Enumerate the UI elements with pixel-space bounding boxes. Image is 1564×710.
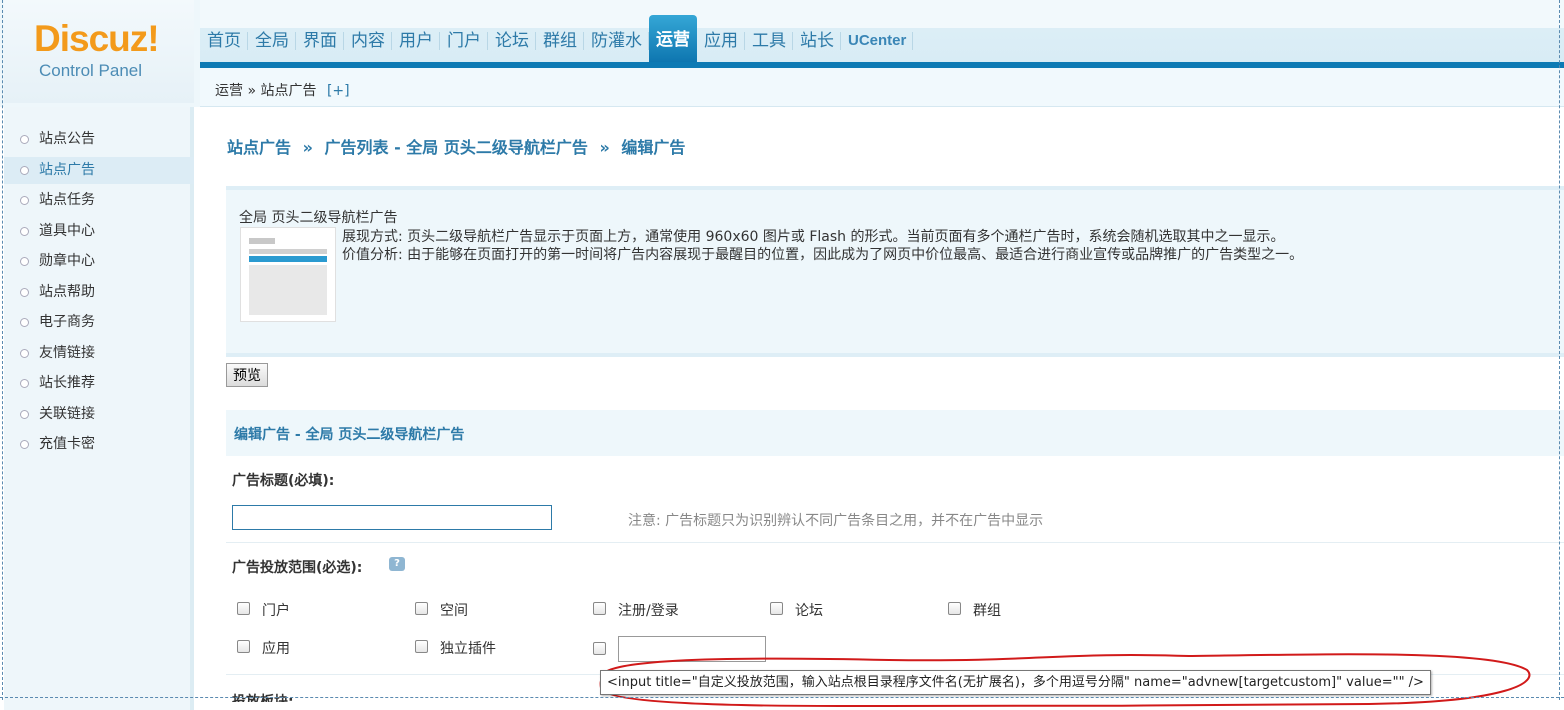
nav-tools[interactable]: 工具: [745, 18, 793, 62]
title-link-ads[interactable]: 站点广告: [227, 138, 291, 157]
nav-global[interactable]: 全局: [248, 18, 296, 62]
scope-checkbox-forum[interactable]: [770, 602, 783, 615]
sidebar-item-label: 关联链接: [39, 406, 95, 422]
question-icon[interactable]: ?: [389, 557, 405, 571]
scope-checkbox-register[interactable]: [593, 602, 606, 615]
bullet-icon: [20, 410, 29, 419]
ad-type-info: 全局 页头二级导航栏广告 展现方式: 页头二级导航栏广告显示于页面上方，通常使用…: [226, 186, 1564, 357]
breadcrumb-page: 站点广告: [260, 83, 317, 99]
header: Discuz! Control Panel 首页 全局 界面 内容 用户 门户 …: [0, 0, 1564, 107]
bullet-icon: [20, 288, 29, 297]
ad-title-note: 注意: 广告标题只为识别辨认不同广告条目之用，并不在广告中显示: [628, 513, 1044, 529]
sidebar-item-help[interactable]: 站点帮助: [4, 279, 194, 306]
bullet-icon: [20, 166, 29, 175]
scope-label-groups: 群组: [973, 603, 1001, 619]
sidebar-item-label: 充值卡密: [39, 436, 95, 452]
nav-forum[interactable]: 论坛: [488, 18, 536, 62]
main-nav: 首页 全局 界面 内容 用户 门户 论坛 群组 防灌水 运营 应用 工具 站长 …: [200, 15, 914, 62]
ad-type-thumbnail: [240, 227, 336, 322]
sidebar-item-related-links[interactable]: 关联链接: [4, 401, 194, 428]
sidebar-item-tasks[interactable]: 站点任务: [4, 187, 194, 214]
bullet-icon: [20, 257, 29, 266]
scope-label-forum: 论坛: [795, 603, 823, 619]
scope-checkbox-groups[interactable]: [948, 602, 961, 615]
bullet-icon: [20, 349, 29, 358]
sidebar-item-label: 站点广告: [39, 162, 95, 178]
nav-home[interactable]: 首页: [200, 18, 248, 62]
page-title: 站点广告 » 广告列表 - 全局 页头二级导航栏广告 » 编辑广告: [227, 134, 685, 158]
preview-button[interactable]: 预览: [226, 363, 268, 387]
sidebar-item-label: 电子商务: [39, 314, 95, 330]
sidebar-item-label: 站点任务: [39, 192, 95, 208]
scope-label-space: 空间: [440, 603, 468, 619]
sidebar-item-label: 勋章中心: [39, 253, 95, 269]
bullet-icon: [20, 318, 29, 327]
selection-frame-bottom: [0, 697, 1564, 698]
scope-checkbox-plugins[interactable]: [415, 640, 428, 653]
nav-groups[interactable]: 群组: [536, 18, 584, 62]
scope-checkbox-space[interactable]: [415, 602, 428, 615]
nav-ucenter[interactable]: UCenter: [841, 18, 914, 62]
element-tooltip: <input title="自定义投放范围，输入站点根目录程序文件名(无扩展名)…: [600, 670, 1431, 695]
ad-title-label: 广告标题(必填):: [232, 473, 335, 489]
ad-title-input[interactable]: [232, 505, 552, 530]
ad-value-analysis: 价值分析: 由于能够在页面打开的第一时间将广告内容展现于最醒目的位置，因此成为了…: [342, 247, 1304, 263]
logo-brand: Discuz!: [34, 18, 160, 59]
nav-anti-spam[interactable]: 防灌水: [584, 18, 649, 62]
main-content: 站点广告 » 广告列表 - 全局 页头二级导航栏广告 » 编辑广告 全局 页头二…: [200, 108, 1564, 710]
ad-type-name: 全局 页头二级导航栏广告: [239, 210, 398, 226]
bullet-icon: [20, 379, 29, 388]
sidebar-item-label: 站长推荐: [39, 375, 95, 391]
scope-label-register: 注册/登录: [618, 603, 679, 619]
sidebar-item-recommend[interactable]: 站长推荐: [4, 370, 194, 397]
title-separator: »: [302, 138, 313, 157]
breadcrumb-separator: »: [247, 83, 257, 99]
sidebar-item-label: 站点公告: [39, 131, 95, 147]
title-current: 编辑广告: [621, 138, 686, 157]
logo[interactable]: Discuz! Control Panel: [4, 0, 194, 103]
nav-users[interactable]: 用户: [392, 18, 440, 62]
nav-webmaster[interactable]: 站长: [793, 18, 841, 62]
sidebar-item-label: 友情链接: [39, 345, 95, 361]
nav-portal[interactable]: 门户: [440, 18, 488, 62]
title-separator: »: [599, 138, 610, 157]
title-link-ad-list[interactable]: 广告列表 - 全局 页头二级导航栏广告: [325, 138, 588, 157]
nav-interface[interactable]: 界面: [296, 18, 344, 62]
bullet-icon: [20, 196, 29, 205]
divider: [226, 542, 1564, 543]
nav-apps[interactable]: 应用: [697, 18, 745, 62]
selection-frame-right: [1559, 0, 1560, 700]
edit-section-header: 编辑广告 - 全局 页头二级导航栏广告: [226, 410, 1564, 456]
sidebar-item-ads[interactable]: 站点广告: [4, 157, 194, 184]
scope-checkbox-apps[interactable]: [237, 640, 250, 653]
sidebar: 站点公告 站点广告 站点任务 道具中心 勋章中心 站点帮助 电子商务 友情链接 …: [4, 107, 194, 710]
target-scope-label: 广告投放范围(必选):: [232, 560, 363, 576]
nav-operations[interactable]: 运营: [649, 15, 697, 62]
breadcrumb-bar: 运营 » 站点广告 [+]: [200, 68, 1564, 107]
bullet-icon: [20, 135, 29, 144]
sidebar-item-label: 道具中心: [39, 223, 95, 239]
sidebar-item-medals[interactable]: 勋章中心: [4, 248, 194, 275]
sidebar-item-items[interactable]: 道具中心: [4, 218, 194, 245]
sidebar-item-label: 站点帮助: [39, 284, 95, 300]
scope-label-plugins: 独立插件: [440, 641, 496, 657]
add-shortcut-button[interactable]: [+]: [327, 83, 350, 99]
sidebar-item-recharge-cards[interactable]: 充值卡密: [4, 431, 194, 458]
scope-label-apps: 应用: [262, 641, 290, 657]
breadcrumb-section[interactable]: 运营: [215, 83, 243, 99]
scope-label-portal: 门户: [262, 603, 290, 619]
logo-subtitle: Control Panel: [39, 61, 143, 80]
sidebar-item-links[interactable]: 友情链接: [4, 340, 194, 367]
sidebar-item-ecommerce[interactable]: 电子商务: [4, 309, 194, 336]
bullet-icon: [20, 227, 29, 236]
edit-section-title: 编辑广告 - 全局 页头二级导航栏广告: [234, 427, 465, 443]
scope-checkbox-portal[interactable]: [237, 602, 250, 615]
selection-frame-left: [2, 0, 3, 700]
bullet-icon: [20, 440, 29, 449]
nav-content[interactable]: 内容: [344, 18, 392, 62]
sidebar-item-announcements[interactable]: 站点公告: [4, 126, 194, 153]
ad-display-mode: 展现方式: 页头二级导航栏广告显示于页面上方，通常使用 960x60 图片或 F…: [342, 229, 1285, 245]
breadcrumb: 运营 » 站点广告 [+]: [215, 80, 350, 100]
